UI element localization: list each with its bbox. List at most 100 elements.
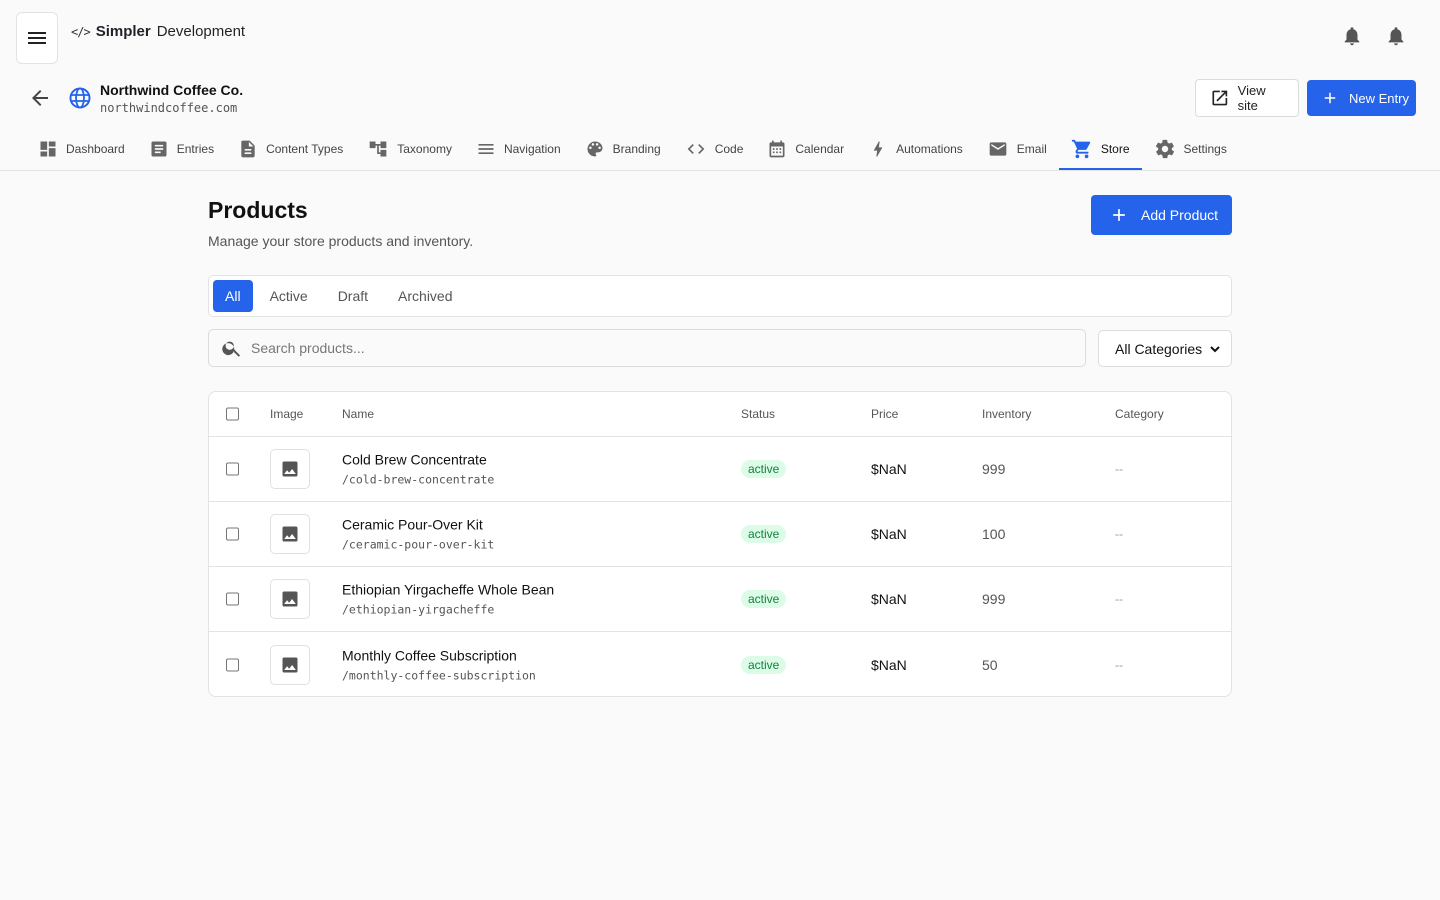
product-slug: /ceramic-pour-over-kit: [342, 537, 495, 552]
page-title: Products: [208, 197, 308, 223]
col-header-name[interactable]: Name: [342, 407, 374, 421]
tab-navigation[interactable]: Navigation: [464, 128, 573, 170]
product-name: Monthly Coffee Subscription: [342, 647, 517, 663]
app-brand[interactable]: </> Simpler Development: [71, 23, 245, 40]
product-name-cell[interactable]: Cold Brew Concentrate /cold-brew-concent…: [342, 452, 494, 487]
product-name: Cold Brew Concentrate: [342, 451, 487, 468]
add-product-label: Add Product: [1141, 207, 1219, 223]
col-header-inventory[interactable]: Inventory: [982, 407, 1031, 421]
product-thumbnail: [270, 514, 310, 554]
status-badge: active: [741, 525, 787, 543]
bell-icon[interactable]: [1341, 25, 1363, 47]
taxonomy-icon: [369, 141, 387, 157]
product-category: --: [1115, 657, 1123, 672]
code-icon: [687, 144, 705, 154]
tab-label: Calendar: [795, 142, 845, 156]
product-inventory: 100: [982, 526, 1006, 542]
hamburger-icon: [28, 32, 46, 44]
table-row[interactable]: Ethiopian Yirgacheffe Whole Bean /ethiop…: [209, 567, 1231, 632]
site-domain: northwindcoffee.com: [100, 101, 238, 115]
product-price: $NaN: [871, 656, 907, 673]
image-placeholder-icon: [282, 526, 298, 542]
plus-icon: [1324, 92, 1336, 104]
table-row[interactable]: Cold Brew Concentrate /cold-brew-concent…: [209, 437, 1231, 502]
row-checkbox[interactable]: [226, 592, 239, 606]
product-price: $NaN: [871, 526, 907, 542]
hamburger-menu-button[interactable]: [16, 12, 58, 64]
product-inventory: 999: [982, 591, 1006, 607]
tab-taxonomy[interactable]: Taxonomy: [355, 128, 464, 170]
tab-label: Store: [1100, 142, 1130, 156]
product-thumbnail: [270, 579, 310, 619]
filter-tab-active[interactable]: Active: [257, 280, 321, 312]
product-name-cell[interactable]: Ethiopian Yirgacheffe Whole Bean /ethiop…: [342, 582, 554, 617]
tab-label: Settings: [1183, 142, 1227, 156]
tab-label: Content Types: [266, 142, 344, 156]
tab-dashboard[interactable]: Dashboard: [26, 128, 137, 170]
product-name-cell[interactable]: Monthly Coffee Subscription /monthly-cof…: [342, 647, 536, 682]
main-nav-tabs: Dashboard Entries Content Types Taxonomy…: [26, 128, 1239, 170]
tab-email[interactable]: Email: [975, 128, 1059, 170]
filter-tab-archived[interactable]: Archived: [385, 280, 465, 312]
filter-tab-draft[interactable]: Draft: [325, 280, 381, 312]
tab-settings[interactable]: Settings: [1142, 128, 1239, 170]
search-icon: [222, 341, 241, 357]
tab-code[interactable]: Code: [673, 128, 756, 170]
product-inventory: 50: [982, 656, 998, 673]
mail-icon: [989, 142, 1007, 156]
tab-label: Navigation: [503, 142, 561, 156]
table-row[interactable]: Monthly Coffee Subscription /monthly-cof…: [209, 632, 1231, 696]
tabs-divider: [0, 170, 1440, 171]
product-name-cell[interactable]: Ceramic Pour-Over Kit /ceramic-pour-over…: [342, 517, 494, 552]
product-name: Ceramic Pour-Over Kit: [342, 516, 483, 533]
calendar-icon: [769, 140, 785, 158]
col-header-category[interactable]: Category: [1115, 407, 1164, 421]
select-all-checkbox[interactable]: [226, 407, 239, 421]
tab-automations[interactable]: Automations: [856, 128, 975, 170]
product-slug: /ethiopian-yirgacheffe: [342, 602, 495, 617]
bolt-icon: [873, 141, 883, 157]
cart-icon: [1071, 139, 1091, 159]
entries-icon: [151, 141, 167, 157]
row-checkbox[interactable]: [226, 462, 239, 476]
product-category: --: [1115, 527, 1123, 541]
status-badge: active: [741, 460, 787, 478]
tab-label: Automations: [896, 142, 963, 156]
tab-label: Dashboard: [66, 142, 125, 156]
filter-tab-all[interactable]: All: [213, 280, 253, 312]
product-category: --: [1115, 592, 1123, 606]
back-arrow-icon[interactable]: [28, 86, 52, 110]
view-site-button[interactable]: View site: [1195, 79, 1299, 117]
col-header-status[interactable]: Status: [741, 407, 775, 421]
product-price: $NaN: [871, 461, 907, 477]
product-category: --: [1115, 462, 1123, 476]
tab-store[interactable]: Store: [1058, 128, 1142, 170]
status-badge: active: [741, 655, 787, 674]
plus-icon: [1113, 209, 1125, 221]
tab-label: Email: [1016, 142, 1047, 156]
tab-calendar[interactable]: Calendar: [755, 128, 856, 170]
brand-code-icon: </>: [71, 24, 91, 39]
row-checkbox[interactable]: [226, 658, 239, 671]
new-entry-label: New Entry: [1349, 90, 1409, 106]
tab-content-types[interactable]: Content Types: [226, 128, 355, 170]
tab-entries[interactable]: Entries: [137, 128, 226, 170]
globe-icon: [69, 87, 91, 109]
table-row[interactable]: Ceramic Pour-Over Kit /ceramic-pour-over…: [209, 502, 1231, 567]
chevron-down-icon: [1210, 345, 1220, 352]
new-entry-button[interactable]: New Entry: [1307, 80, 1416, 116]
tab-branding[interactable]: Branding: [573, 128, 673, 170]
col-header-image: Image: [270, 407, 304, 421]
search-box: [208, 329, 1086, 367]
page-subtitle: Manage your store products and inventory…: [208, 233, 474, 249]
product-slug: /cold-brew-concentrate: [342, 472, 495, 487]
category-select[interactable]: All Categories: [1098, 330, 1232, 367]
col-header-price[interactable]: Price: [871, 407, 898, 421]
category-select-value: All Categories: [1115, 340, 1203, 357]
add-product-button[interactable]: Add Product: [1091, 195, 1232, 235]
row-checkbox[interactable]: [226, 527, 239, 541]
products-table: Image Name Status Price Inventory Catego…: [208, 391, 1232, 697]
search-input[interactable]: [251, 340, 1051, 356]
notifications-bell-icon[interactable]: [1385, 25, 1407, 47]
palette-icon: [587, 141, 603, 157]
